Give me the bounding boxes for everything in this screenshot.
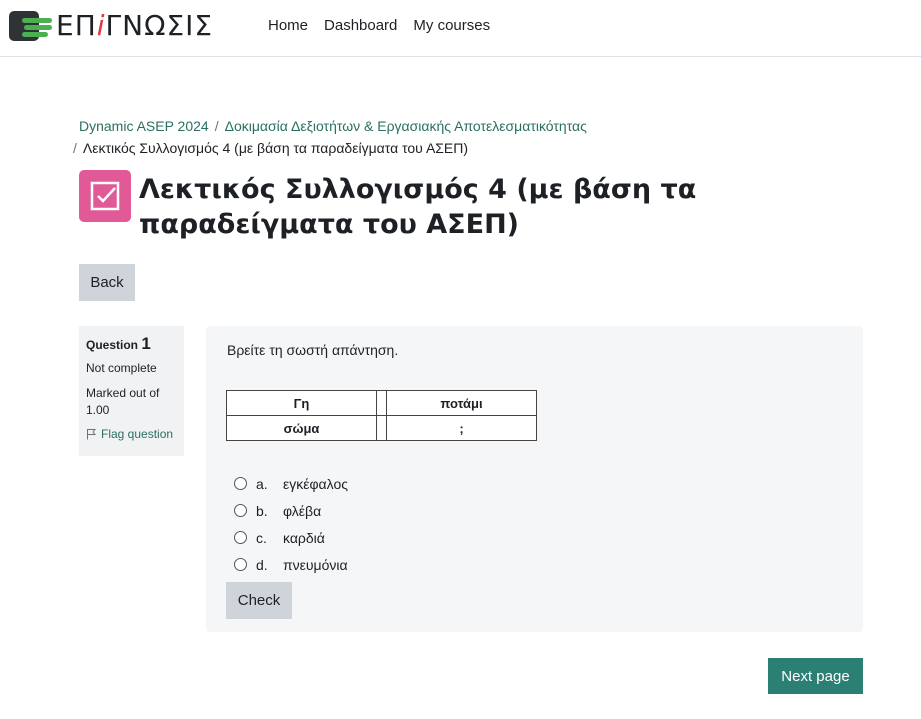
nav-home[interactable]: Home [268, 17, 308, 34]
radio-button[interactable] [234, 477, 247, 490]
answer-options: a. εγκέφαλος b. φλέβα c. καρδιά d. πνευμ… [234, 470, 348, 578]
radio-button[interactable] [234, 531, 247, 544]
table-cell [376, 390, 387, 416]
answer-option-d[interactable]: d. πνευμόνια [234, 551, 348, 578]
top-navbar: ΕΠiΓΝΩΣΙΣ Home Dashboard My courses [0, 0, 921, 57]
site-logo[interactable]: ΕΠiΓΝΩΣΙΣ [8, 8, 213, 44]
check-button[interactable]: Check [226, 582, 292, 619]
quiz-checkbox-icon [79, 170, 131, 222]
page-header: Λεκτικός Συλλογισμός 4 (με βάση τα παραδ… [79, 170, 699, 242]
question-number: Question 1 [86, 334, 151, 353]
answer-option-b[interactable]: b. φλέβα [234, 497, 348, 524]
logo-wordmark: ΕΠiΓΝΩΣΙΣ [56, 9, 214, 42]
logo-mark-icon [8, 9, 54, 43]
table-cell: ποτάμι [386, 390, 537, 416]
question-table: Γη ποτάμι σώμα ; [226, 390, 537, 441]
table-cell [376, 415, 387, 441]
breadcrumb-separator: / [73, 140, 77, 156]
table-cell: σώμα [226, 415, 377, 441]
question-info-panel: Question 1 Not complete Marked out of 1.… [79, 326, 184, 456]
answer-option-a[interactable]: a. εγκέφαλος [234, 470, 348, 497]
breadcrumb: Dynamic ASEP 2024/Δοκιμασία Δεξιοτήτων &… [73, 115, 779, 159]
question-grade: Marked out of 1.00 [86, 386, 160, 417]
radio-button[interactable] [234, 558, 247, 571]
flag-icon [87, 429, 97, 440]
nav-dashboard[interactable]: Dashboard [324, 17, 397, 34]
table-cell: ; [386, 415, 537, 441]
answer-option-c[interactable]: c. καρδιά [234, 524, 348, 551]
question-text: Βρείτε τη σωστή απάντηση. [227, 342, 399, 358]
nav-my-courses[interactable]: My courses [413, 17, 490, 34]
question-content: Βρείτε τη σωστή απάντηση. Γη ποτάμι σώμα… [206, 326, 863, 632]
back-button[interactable]: Back [79, 264, 135, 301]
breadcrumb-current: Λεκτικός Συλλογισμός 4 (με βάση τα παραδ… [82, 140, 469, 156]
table-row: Γη ποτάμι [226, 390, 537, 416]
table-cell: Γη [226, 390, 377, 416]
next-page-button[interactable]: Next page [768, 658, 863, 694]
question-state: Not complete [86, 361, 157, 375]
radio-button[interactable] [234, 504, 247, 517]
page-title: Λεκτικός Συλλογισμός 4 (με βάση τα παραδ… [139, 174, 697, 240]
breadcrumb-section[interactable]: Δοκιμασία Δεξιοτήτων & Εργασιακής Αποτελ… [225, 118, 587, 134]
primary-nav: Home Dashboard My courses [268, 17, 490, 34]
breadcrumb-separator: / [214, 118, 219, 134]
table-row: σώμα ; [226, 415, 537, 441]
breadcrumb-course[interactable]: Dynamic ASEP 2024 [79, 118, 209, 134]
flag-question-link[interactable]: Flag question [86, 427, 177, 441]
